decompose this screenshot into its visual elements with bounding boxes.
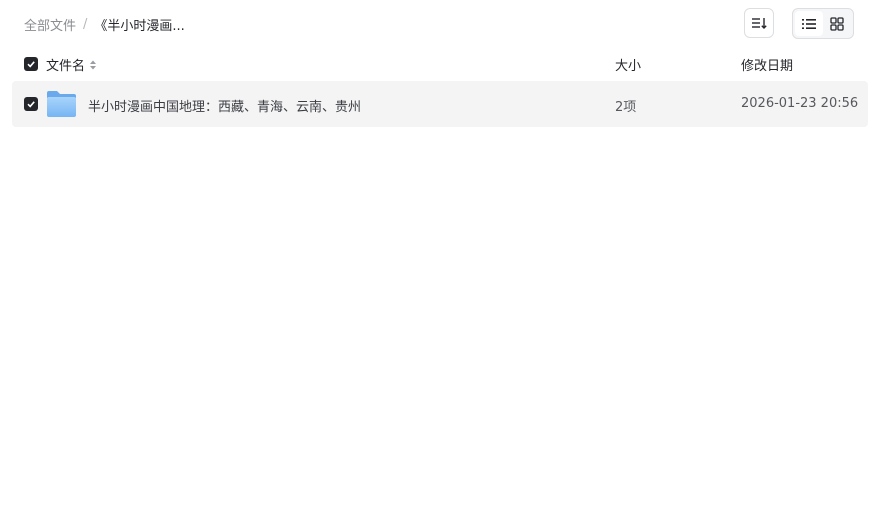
- select-all-checkbox[interactable]: [24, 57, 38, 71]
- column-header-name[interactable]: 文件名: [46, 55, 97, 74]
- row-file-name[interactable]: 半小时漫画中国地理：西藏、青海、云南、贵州: [88, 96, 361, 115]
- column-header-size[interactable]: 大小: [615, 55, 641, 74]
- column-header-modified[interactable]: 修改日期: [741, 55, 793, 74]
- table-header: 文件名 大小 修改日期: [12, 48, 868, 80]
- sort-lines-icon: [752, 18, 767, 29]
- row-file-size: 2项: [615, 100, 637, 115]
- breadcrumb-root-link[interactable]: 全部文件: [24, 15, 76, 34]
- table-row[interactable]: 半小时漫画中国地理：西藏、青海、云南、贵州 2项 2026-01-23 20:5…: [12, 81, 868, 127]
- breadcrumb-current: 《半小时漫画...: [94, 18, 185, 34]
- list-view-icon: [802, 18, 816, 29]
- folder-icon: [47, 91, 76, 117]
- list-view-button[interactable]: [795, 11, 823, 36]
- grid-view-icon: [830, 16, 844, 31]
- row-checkbox[interactable]: [24, 97, 38, 111]
- checkmark-icon: [27, 101, 35, 108]
- breadcrumb: 全部文件 / 《半小时漫画...: [24, 14, 185, 34]
- view-toggle: [792, 8, 854, 39]
- row-modified-date: 2026-01-23 20:56: [741, 96, 859, 111]
- sort-caret-icon: [90, 60, 97, 69]
- grid-view-button[interactable]: [823, 11, 851, 36]
- breadcrumb-separator: /: [83, 16, 88, 32]
- checkmark-icon: [27, 61, 35, 68]
- sort-button[interactable]: [744, 8, 774, 38]
- column-header-name-label: 文件名: [46, 59, 86, 74]
